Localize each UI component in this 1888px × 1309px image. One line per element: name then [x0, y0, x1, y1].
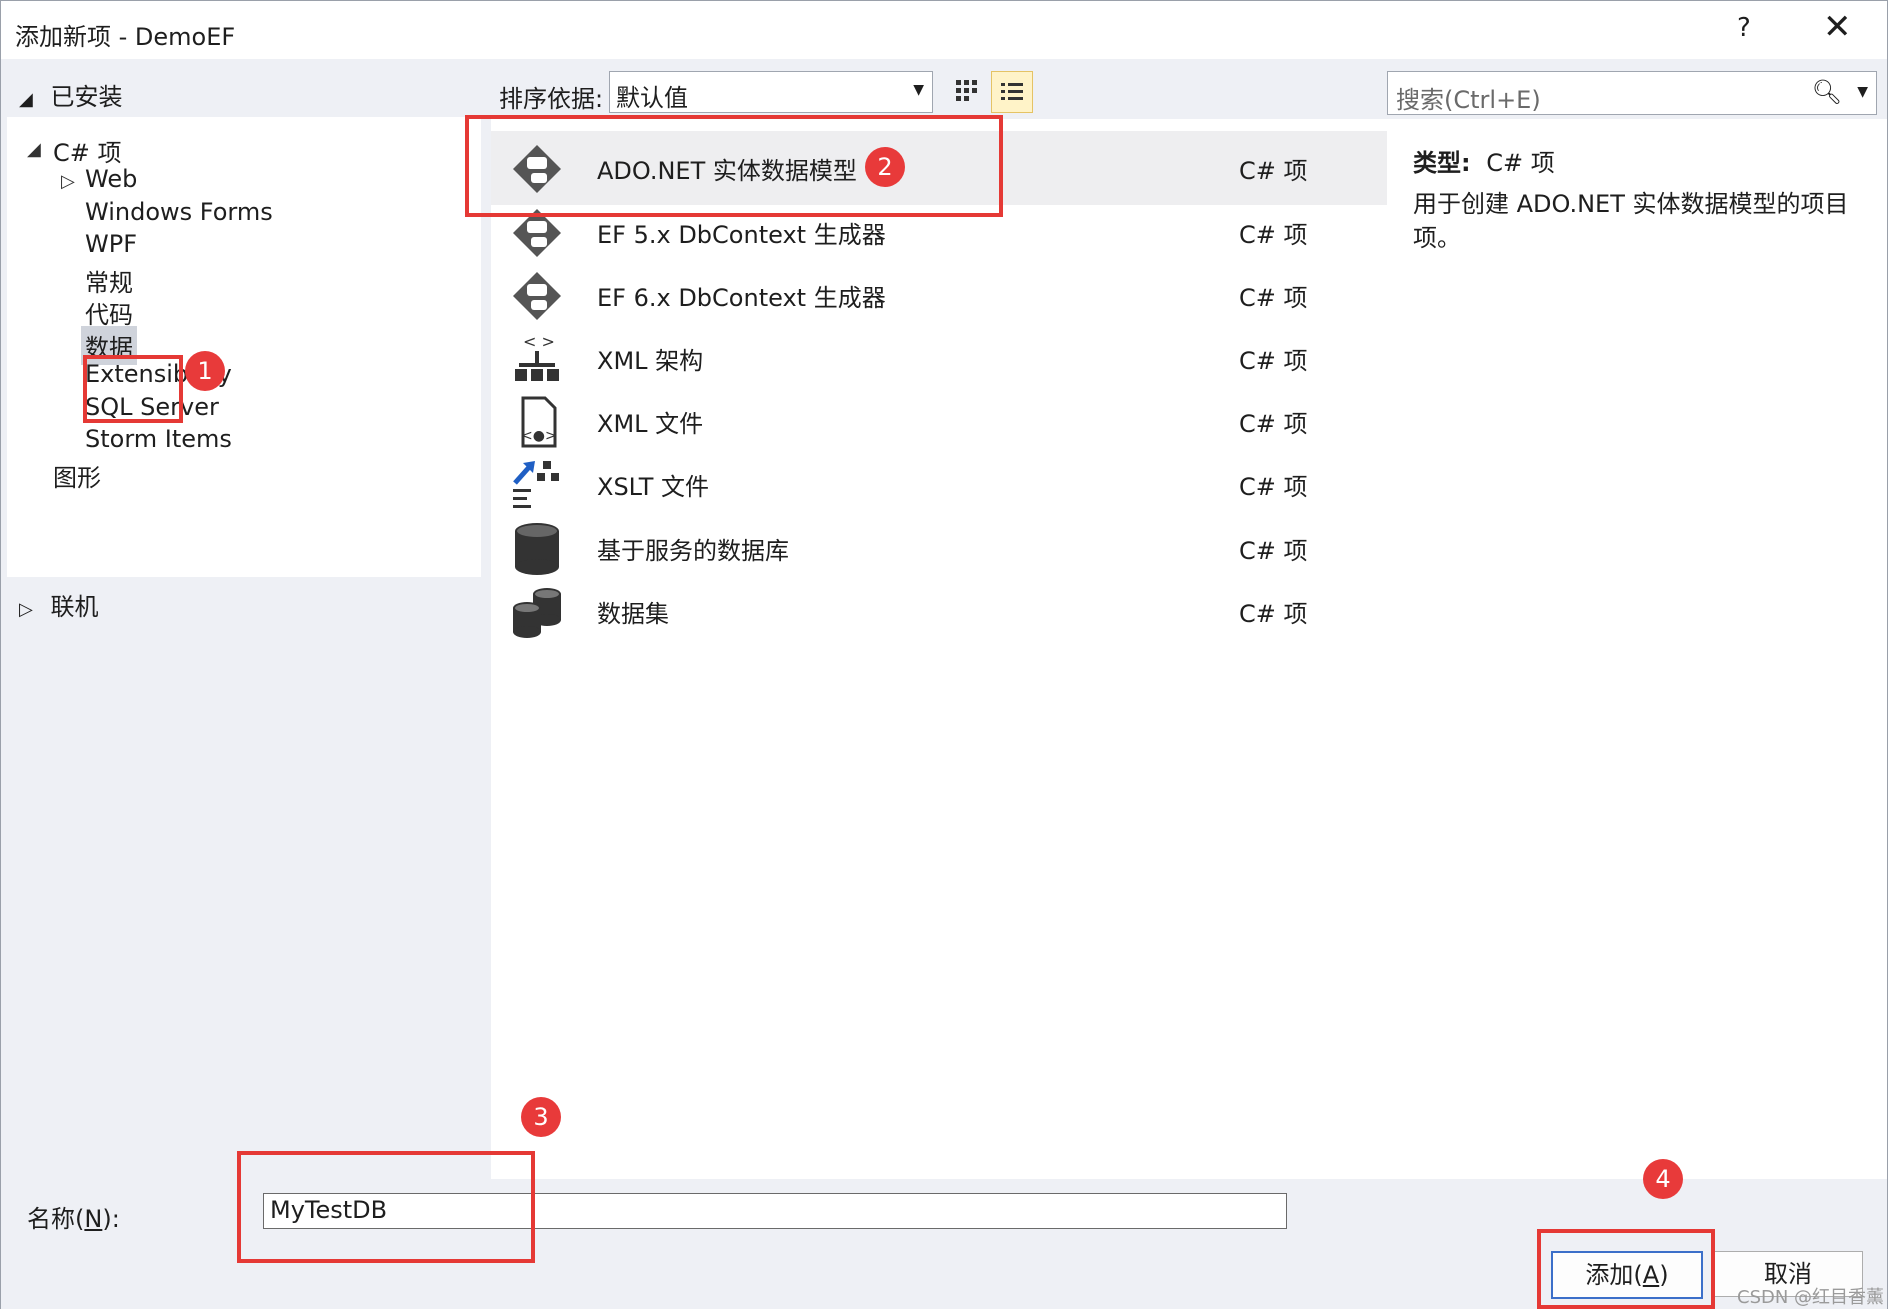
item-type: C# 项	[1239, 473, 1308, 501]
svg-text:<●>: <●>	[521, 428, 557, 444]
help-button[interactable]: ?	[1737, 13, 1751, 43]
search-box[interactable]: 搜索(Ctrl+E) 🔍︎ ▼	[1387, 71, 1877, 115]
item-type: C# 项	[1239, 537, 1308, 565]
online-label: 联机	[50, 593, 99, 621]
item-name: XML 文件	[597, 410, 704, 438]
watermark: CSDN @红目香薰	[1737, 1287, 1885, 1308]
installed-label: 已安装	[50, 83, 123, 111]
item-type: C# 项	[1239, 347, 1308, 375]
collapse-triangle-icon: ◢	[27, 139, 41, 160]
database-icon	[515, 523, 559, 575]
sort-toolbar: 排序依据: 默认值 ▼	[491, 59, 1391, 119]
name-label-prefix: 名称(	[27, 1205, 85, 1233]
list-item-ado-net[interactable]: ADO.NET 实体数据模型 C# 项	[491, 131, 1387, 205]
expand-triangle-icon: ▷	[61, 171, 75, 192]
list-view-button[interactable]	[991, 71, 1033, 113]
grid-view-icon	[956, 80, 977, 101]
annotation-badge-1: 1	[185, 351, 225, 391]
name-label-accesskey: N	[84, 1205, 103, 1233]
xml-file-icon: <●>	[521, 396, 557, 448]
grid-view-button[interactable]	[947, 71, 987, 111]
item-name: EF 5.x DbContext 生成器	[597, 221, 886, 249]
tree-item-general[interactable]: 常规	[85, 263, 133, 298]
details-panel: 类型: C# 项 用于创建 ADO.NET 实体数据模型的项目项。	[1387, 119, 1887, 1179]
details-type: 类型: C# 项	[1413, 143, 1555, 178]
expand-triangle-icon: ▷	[19, 599, 33, 620]
item-type: C# 项	[1239, 410, 1308, 438]
item-name: XML 架构	[597, 347, 704, 375]
list-item-xslt[interactable]: XSLT 文件 C# 项	[491, 447, 1387, 521]
details-type-value: C# 项	[1486, 149, 1555, 177]
bottom-bar: 名称(N): MyTestDB 添加(A) 取消	[1, 1179, 1887, 1309]
name-label: 名称(N):	[27, 1199, 120, 1234]
search-placeholder: 搜索(Ctrl+E)	[1396, 86, 1541, 114]
xml-schema-icon: < >	[515, 332, 559, 381]
add-label-suffix: )	[1659, 1261, 1669, 1289]
entity-model-icon	[513, 145, 561, 193]
tree-item-graphics[interactable]: 图形	[53, 458, 101, 493]
sort-dropdown[interactable]: 默认值 ▼	[609, 71, 933, 113]
tree-item-sql-server[interactable]: SQL Server	[85, 393, 219, 421]
template-tree-panel: ◢ 已安装 ◢ C# 项 ▷ Web Windows Forms WPF 常规 …	[1, 59, 491, 1179]
name-field-value: MyTestDB	[270, 1196, 388, 1224]
tree-item-windows-forms[interactable]: Windows Forms	[85, 198, 273, 226]
item-type: C# 项	[1239, 284, 1308, 312]
window-title: 添加新项 - DemoEF	[15, 23, 236, 51]
name-field[interactable]: MyTestDB	[263, 1193, 1287, 1229]
search-icon[interactable]: 🔍︎	[1812, 78, 1842, 106]
annotation-badge-2: 2	[865, 147, 905, 187]
close-button[interactable]: ✕	[1823, 7, 1852, 47]
tree-item-web[interactable]: Web	[85, 165, 137, 193]
list-item-dataset[interactable]: 数据集 C# 项	[491, 574, 1387, 648]
item-name: EF 6.x DbContext 生成器	[597, 284, 886, 312]
item-name: 基于服务的数据库	[597, 537, 789, 565]
tree-item-csharp[interactable]: C# 项	[53, 133, 122, 168]
add-label-accesskey: A	[1642, 1261, 1660, 1289]
chevron-down-icon[interactable]: ▼	[1857, 84, 1868, 100]
annotation-badge-4: 4	[1643, 1159, 1683, 1199]
collapse-triangle-icon: ◢	[19, 89, 33, 110]
name-label-suffix: ):	[102, 1205, 120, 1233]
entity-model-icon	[513, 272, 561, 320]
item-name: XSLT 文件	[597, 473, 710, 501]
template-tree: ◢ C# 项 ▷ Web Windows Forms WPF 常规 代码 数据 …	[7, 117, 481, 577]
annotation-badge-3: 3	[521, 1097, 561, 1137]
add-label-prefix: 添加(	[1585, 1261, 1643, 1289]
item-name: ADO.NET 实体数据模型	[597, 157, 857, 185]
installed-header[interactable]: ◢ 已安装	[19, 77, 122, 112]
sort-label: 排序依据:	[499, 85, 604, 113]
add-button[interactable]: 添加(A)	[1551, 1251, 1703, 1299]
item-type: C# 项	[1239, 221, 1308, 249]
sort-value: 默认值	[616, 84, 688, 112]
title-bar: 添加新项 - DemoEF ? ✕	[1, 1, 1887, 59]
list-view-icon	[1001, 83, 1023, 100]
tree-item-wpf[interactable]: WPF	[85, 230, 137, 258]
tree-item-code[interactable]: 代码	[85, 295, 133, 330]
item-type: C# 项	[1239, 157, 1308, 185]
add-new-item-dialog: 添加新项 - DemoEF ? ✕ ◢ 已安装 ◢ C# 项 ▷ Web Win…	[0, 0, 1888, 1309]
details-type-label: 类型:	[1413, 149, 1471, 177]
xslt-icon	[513, 461, 559, 508]
template-list: ADO.NET 实体数据模型 C# 项 EF 5.x DbContext 生成器…	[491, 119, 1387, 1179]
dataset-icon	[513, 588, 561, 638]
entity-model-icon	[513, 209, 561, 257]
tree-item-storm-items[interactable]: Storm Items	[85, 425, 232, 453]
online-header[interactable]: ▷ 联机	[19, 587, 98, 622]
svg-text:< >: < >	[523, 332, 555, 351]
item-name: 数据集	[597, 600, 669, 628]
chevron-down-icon: ▼	[913, 82, 924, 98]
details-description: 用于创建 ADO.NET 实体数据模型的项目项。	[1413, 190, 1849, 252]
item-type: C# 项	[1239, 600, 1308, 628]
